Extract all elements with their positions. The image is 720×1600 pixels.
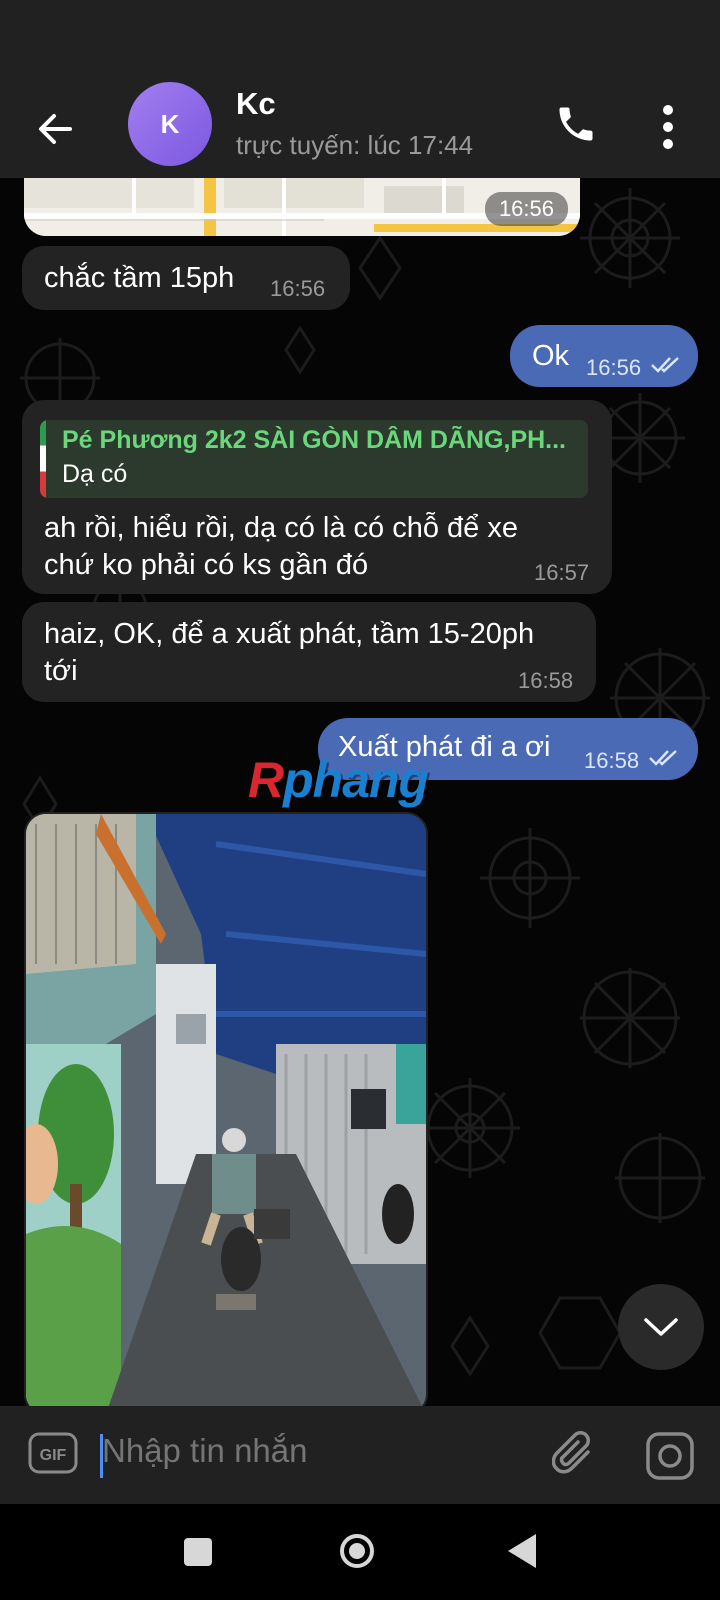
message-time: 16:58 (584, 748, 640, 773)
quoted-reply[interactable]: Pé Phương 2k2 SÀI GÒN DÂM DÃNG,PH... Dạ … (40, 420, 588, 498)
paperclip-icon[interactable] (552, 1430, 598, 1480)
scroll-to-bottom-button[interactable] (618, 1284, 704, 1370)
message-text: ah rồi, hiểu rồi, dạ có là có chỗ để xe … (44, 510, 518, 584)
location-map-bubble[interactable]: 16:56 (24, 178, 580, 236)
message-time: 16:58 (518, 668, 574, 693)
reply-text: Dạ có (62, 460, 128, 488)
message-input-bar: GIF (0, 1406, 720, 1504)
watermark-logo: Rphang (248, 751, 429, 809)
message-input[interactable] (102, 1432, 522, 1470)
message-line: chứ ko phải có ks gần đó (44, 549, 369, 581)
more-vertical-icon[interactable] (660, 104, 676, 150)
message-time: 16:56 (586, 355, 642, 380)
message-bubble-incoming[interactable]: haiz, OK, để a xuất phát, tầm 15-20ph tớ… (22, 602, 596, 702)
back-arrow-icon[interactable] (30, 104, 80, 154)
alley-photo (26, 814, 426, 1406)
contact-status: trực tuyến: lúc 17:44 (236, 130, 474, 160)
photo-message[interactable] (24, 812, 428, 1406)
contact-name[interactable]: Kc (236, 86, 276, 122)
chevron-down-icon (644, 1318, 678, 1336)
message-text: Ok (532, 340, 570, 372)
message-bubble-incoming[interactable]: chắc tầm 15ph 16:56 (22, 246, 350, 310)
watermark-first-letter: R (248, 752, 284, 808)
camera-icon[interactable] (646, 1432, 694, 1480)
message-line: haiz, OK, để a xuất phát, tầm 15-20ph (44, 618, 535, 650)
chat-header: K Kc trực tuyến: lúc 17:44 (0, 82, 720, 178)
gif-icon[interactable]: GIF (28, 1432, 78, 1474)
system-back-button[interactable] (508, 1534, 536, 1568)
message-list[interactable]: 16:56 chắc tầm 15ph 16:56 Ok 16:56 Pé Ph… (0, 178, 720, 1406)
message-bubble-outgoing[interactable]: Ok 16:56 (510, 325, 698, 387)
message-time: 16:56 (270, 276, 326, 301)
message-time: 16:56 (484, 192, 568, 226)
message-time: 16:57 (534, 560, 590, 585)
message-line: ah rồi, hiểu rồi, dạ có là có chỗ để xe (44, 512, 518, 544)
message-text: haiz, OK, để a xuất phát, tầm 15-20ph tớ… (44, 616, 534, 690)
message-line: tới (44, 655, 78, 687)
reply-author: Pé Phương 2k2 SÀI GÒN DÂM DÃNG,PH... (62, 426, 567, 454)
svg-text:GIF: GIF (40, 1447, 67, 1464)
watermark-rest: phang (283, 752, 429, 808)
avatar[interactable]: K (128, 82, 212, 166)
reply-color-bar (40, 420, 46, 498)
status-bar (0, 0, 720, 82)
recent-apps-button[interactable] (184, 1538, 212, 1566)
message-bubble-incoming-reply[interactable]: Pé Phương 2k2 SÀI GÒN DÂM DÃNG,PH... Dạ … (22, 400, 612, 594)
message-text: chắc tầm 15ph (44, 262, 235, 294)
system-navigation-bar (0, 1504, 720, 1600)
double-check-icon (651, 357, 679, 373)
home-button-dot (349, 1543, 365, 1559)
double-check-icon (649, 750, 677, 766)
phone-icon[interactable] (554, 102, 598, 146)
